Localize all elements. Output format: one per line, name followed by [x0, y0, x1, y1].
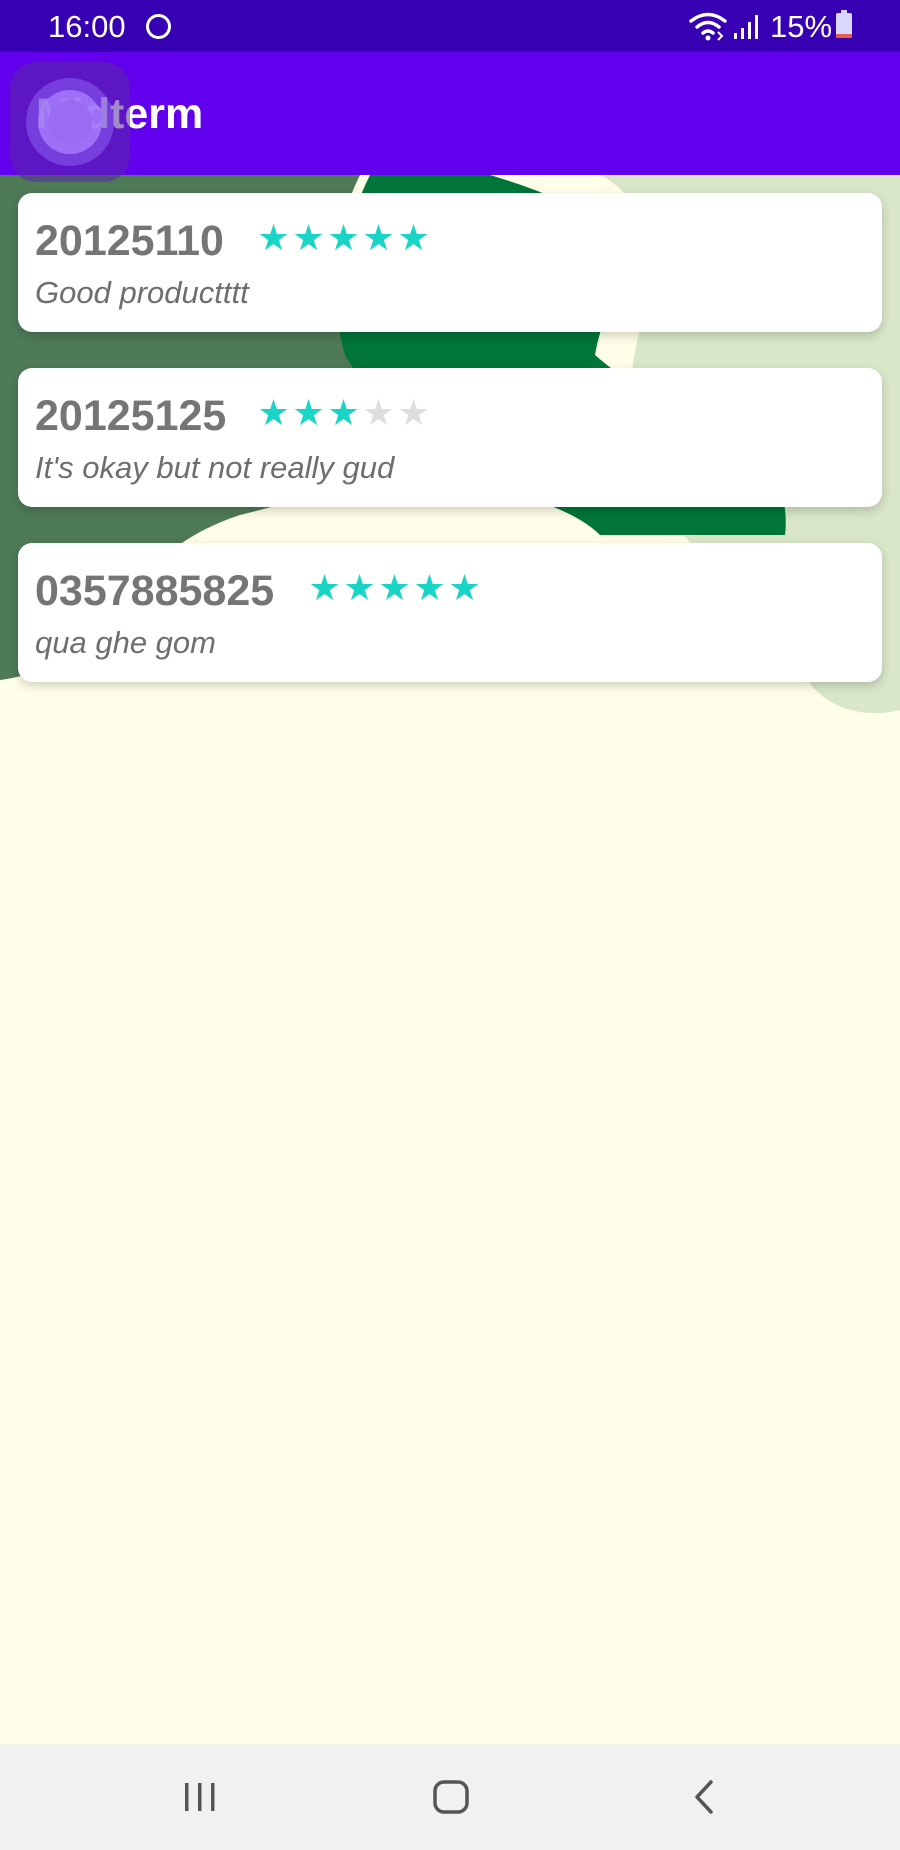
- review-comment: qua ghe gom: [35, 625, 216, 660]
- signal-icon: [734, 15, 758, 39]
- recent-apps-button[interactable]: [140, 1744, 260, 1850]
- back-icon: [695, 1780, 713, 1814]
- review-card[interactable]: 20125125 ★ ★ ★ ★ ★ It's okay but not really gu…: [18, 368, 882, 507]
- review-card[interactable]: 20125110 ★ ★ ★ ★ ★ Good productttt: [18, 193, 882, 332]
- recent-apps-icon: [185, 1783, 215, 1811]
- home-button[interactable]: [391, 1744, 511, 1850]
- app-screen: 16:00 15% Midterm 20125110★★★★★Good prod…: [0, 0, 900, 1850]
- review-card[interactable]: 0357885825 ★ ★ ★ ★ ★ qua ghe gom: [18, 543, 882, 682]
- star-filled-icon: ★: [362, 218, 395, 259]
- star-filled-icon: ★: [292, 218, 325, 259]
- rating-bar: ★ ★ ★ ★ ★: [307, 569, 482, 609]
- review-id: 20125125: [35, 392, 227, 440]
- star-filled-icon: ★: [308, 568, 341, 609]
- rating-bar: ★ ★ ★ ★ ★: [256, 394, 431, 434]
- status-bar: 16:00 15%: [0, 0, 900, 52]
- star-filled-icon: ★: [448, 568, 481, 609]
- star-filled-icon: ★: [327, 393, 360, 434]
- app-bar: Midterm: [0, 52, 900, 175]
- star-empty-icon: ★: [362, 393, 395, 434]
- star-filled-icon: ★: [378, 568, 411, 609]
- back-button[interactable]: [644, 1744, 764, 1850]
- star-filled-icon: ★: [257, 218, 290, 259]
- review-comment: Good productttt: [35, 275, 249, 310]
- star-filled-icon: ★: [292, 393, 325, 434]
- battery-icon: [836, 10, 852, 38]
- star-empty-icon: ★: [397, 393, 430, 434]
- review-id: 20125110: [35, 217, 224, 265]
- star-filled-icon: ★: [327, 218, 360, 259]
- star-filled-icon: ★: [257, 393, 290, 434]
- battery-level: [836, 34, 852, 38]
- navigation-bar: [0, 1744, 900, 1850]
- review-comment: It's okay but not really gud: [35, 450, 395, 485]
- sync-ring-icon: [146, 14, 171, 39]
- battery-percent: 15%: [770, 9, 833, 44]
- floating-assistant-icon[interactable]: [10, 62, 130, 182]
- star-filled-icon: ★: [413, 568, 446, 609]
- star-filled-icon: ★: [343, 568, 376, 609]
- wifi-icon: [689, 12, 727, 41]
- home-icon: [433, 1780, 469, 1814]
- status-time: 16:00: [48, 9, 126, 44]
- star-filled-icon: ★: [397, 218, 430, 259]
- rating-bar: ★ ★ ★ ★ ★: [256, 219, 431, 259]
- review-id: 0357885825: [35, 567, 275, 615]
